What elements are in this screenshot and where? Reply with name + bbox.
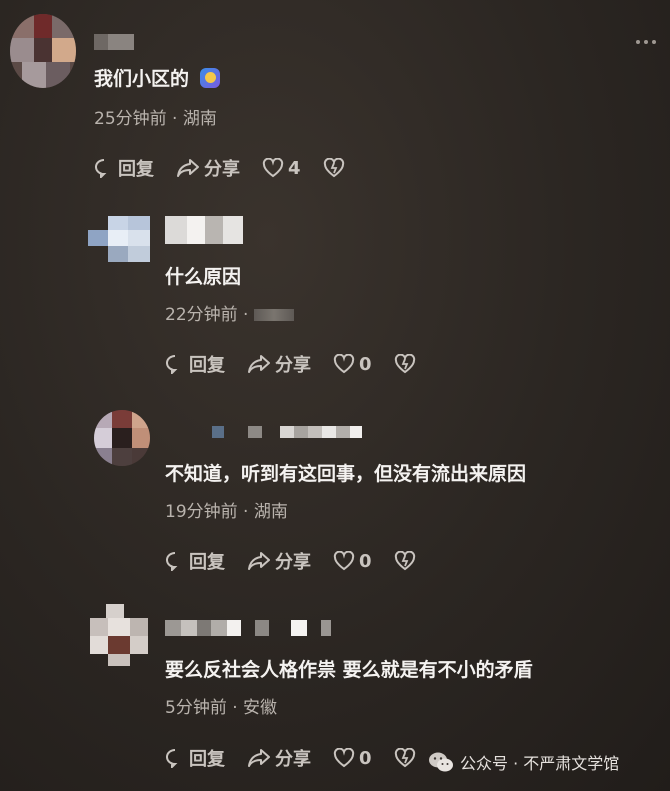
share-icon	[248, 552, 270, 570]
comment-text: 要么反社会人格作祟 要么就是有不小的矛盾	[165, 659, 533, 681]
dislike-button[interactable]	[394, 551, 420, 571]
more-options-icon[interactable]	[636, 40, 656, 44]
watermark-text: 公众号 · 不严肃文学馆	[460, 754, 620, 773]
heart-icon	[333, 354, 355, 374]
broken-heart-icon	[323, 158, 344, 178]
comment-text: 什么原因	[165, 266, 242, 288]
reply-button[interactable]: 回复	[165, 745, 225, 771]
dislike-button[interactable]	[394, 748, 420, 768]
like-button[interactable]: 0	[333, 354, 372, 375]
like-button[interactable]: 0	[333, 748, 372, 769]
comment-meta: 5分钟前 · 安徽	[165, 698, 278, 718]
reply-button[interactable]: 回复	[94, 155, 154, 181]
comment-actions: 回复 分享 0	[165, 745, 442, 771]
watermark: 公众号 · 不严肃文学馆	[428, 750, 619, 774]
avatar[interactable]	[90, 604, 150, 666]
like-count: 0	[359, 353, 372, 375]
broken-heart-icon	[394, 748, 415, 768]
comment-text: 我们小区的	[94, 64, 220, 91]
username-blurred[interactable]	[165, 620, 331, 636]
share-button[interactable]: 分享	[247, 745, 311, 771]
comment-actions: 回复 分享 0	[165, 548, 442, 574]
avatar[interactable]	[88, 216, 150, 268]
comment-actions: 回复 分享 0	[165, 351, 442, 377]
comment-meta: 19分钟前 · 湖南	[165, 502, 288, 522]
wechat-icon	[429, 752, 453, 772]
avatar[interactable]	[10, 14, 76, 88]
dislike-button[interactable]	[323, 158, 349, 178]
avatar[interactable]	[94, 410, 150, 466]
comment-text: 不知道，听到有这回事，但没有流出来原因	[165, 463, 527, 485]
comment-actions: 回复 分享 4	[94, 155, 371, 181]
username-blurred[interactable]	[165, 216, 243, 244]
share-icon	[248, 749, 270, 767]
location-blurred	[253, 309, 294, 321]
comment-meta: 25分钟前 · 湖南	[94, 109, 217, 129]
heart-icon	[333, 551, 355, 571]
reply-icon	[165, 551, 178, 571]
reply-icon	[94, 158, 107, 178]
username-blurred[interactable]	[94, 34, 134, 50]
reply-button[interactable]: 回复	[165, 548, 225, 574]
broken-heart-icon	[394, 551, 415, 571]
like-button[interactable]: 0	[333, 551, 372, 572]
reply-icon	[165, 748, 178, 768]
heart-icon	[262, 158, 284, 178]
like-count: 0	[359, 550, 372, 572]
reply-icon	[165, 354, 178, 374]
like-count: 0	[359, 747, 372, 769]
share-button[interactable]: 分享	[247, 351, 311, 377]
username-blurred[interactable]	[212, 426, 362, 438]
broken-heart-icon	[394, 354, 415, 374]
like-count: 4	[288, 157, 301, 179]
share-button[interactable]: 分享	[176, 155, 240, 181]
heart-icon	[333, 748, 355, 768]
reply-button[interactable]: 回复	[165, 351, 225, 377]
share-icon	[177, 159, 199, 177]
dislike-button[interactable]	[394, 354, 420, 374]
share-icon	[248, 355, 270, 373]
share-button[interactable]: 分享	[247, 548, 311, 574]
like-button[interactable]: 4	[262, 158, 301, 179]
emoji-icon	[199, 68, 220, 88]
comment-meta: 22分钟前 ·	[165, 300, 294, 325]
